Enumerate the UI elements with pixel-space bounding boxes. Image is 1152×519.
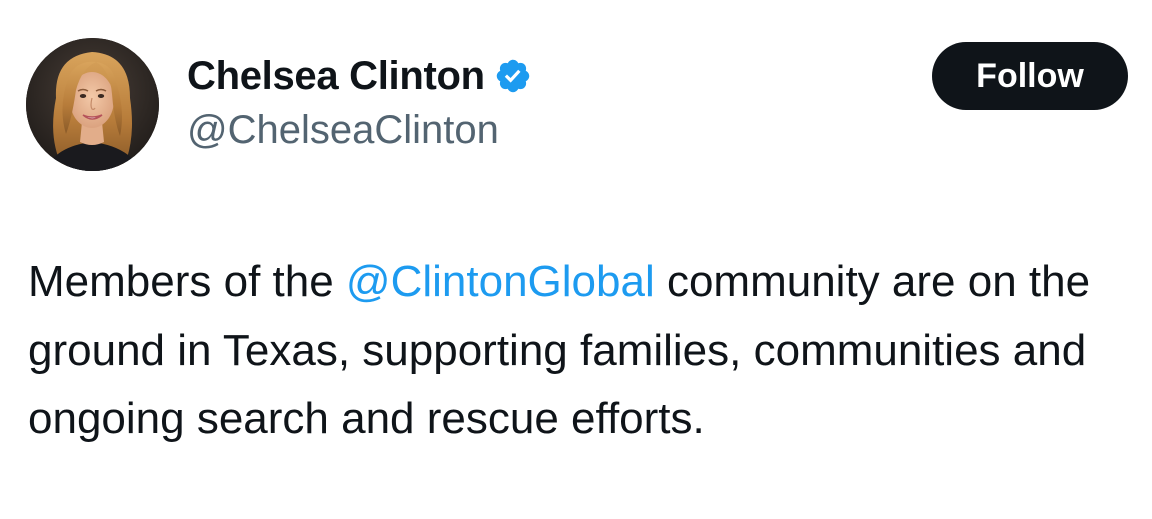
follow-button[interactable]: Follow [932, 42, 1128, 110]
tweet-text-before: Members of the [28, 257, 346, 306]
tweet-text: Members of the @ClintonGlobal community … [28, 248, 1138, 454]
avatar-photo [26, 38, 159, 171]
author-name-row: Chelsea Clinton [187, 52, 532, 100]
author-handle[interactable]: @ChelseaClinton [187, 106, 499, 154]
avatar[interactable] [26, 38, 159, 171]
verified-badge-icon[interactable] [494, 57, 532, 95]
mention-link[interactable]: @ClintonGlobal [346, 257, 655, 306]
tweet-card: Chelsea Clinton @ChelseaClinton Follow M… [0, 0, 1152, 519]
author-display-name[interactable]: Chelsea Clinton [187, 52, 485, 100]
